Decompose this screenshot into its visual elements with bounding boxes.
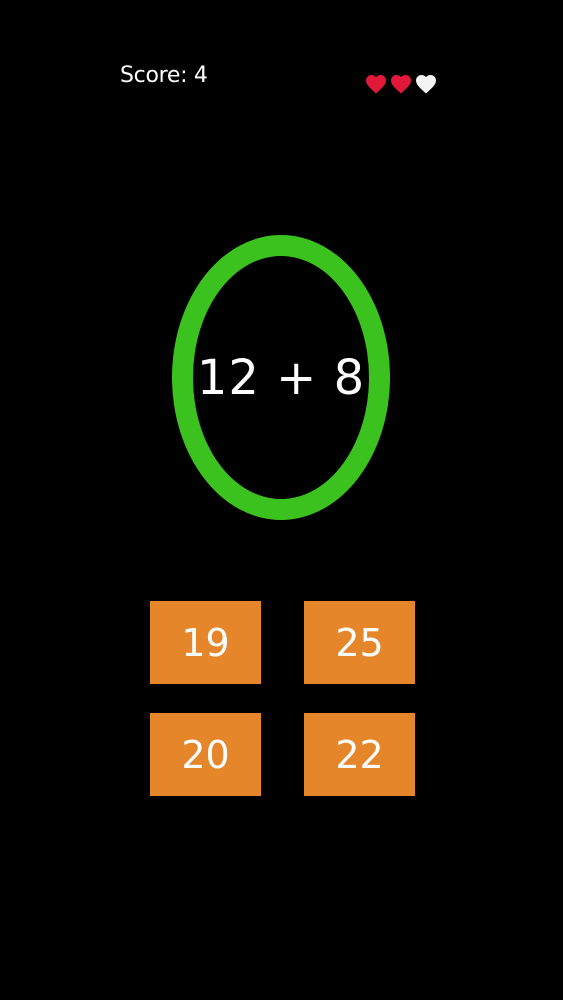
score-label: Score: 4 [120,63,208,88]
answer-button-3[interactable]: 20 [150,713,261,796]
math-question: 12 + 8 [196,349,366,406]
lives-indicator [364,68,444,100]
answer-button-1[interactable]: 19 [150,601,261,684]
heart-empty-icon [416,75,436,94]
heart-full-icon [366,75,386,94]
answer-button-2[interactable]: 25 [304,601,415,684]
answer-button-4[interactable]: 22 [304,713,415,796]
heart-full-icon [391,75,411,94]
